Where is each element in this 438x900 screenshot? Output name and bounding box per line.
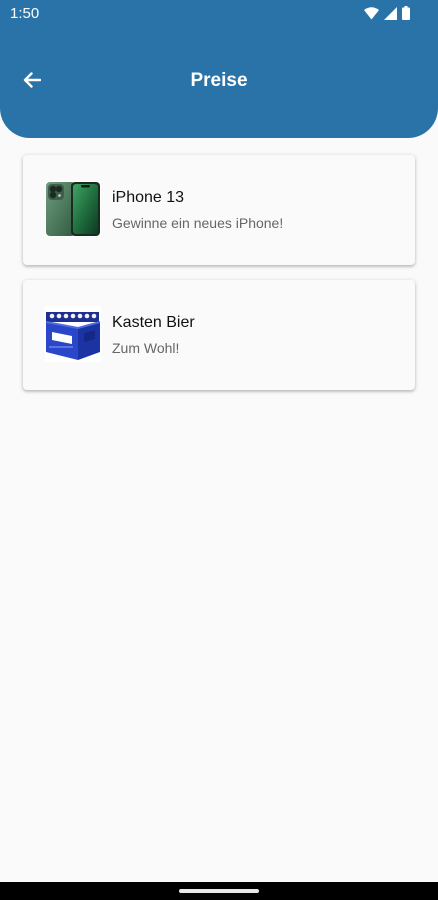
status-time: 1:50 <box>10 5 40 22</box>
system-nav-bar <box>0 882 438 900</box>
prize-subtitle: Zum Wohl! <box>112 340 180 356</box>
beer-crate-image <box>45 306 101 362</box>
wifi-icon <box>364 6 379 20</box>
iphone-image <box>45 181 101 237</box>
prize-title: iPhone 13 <box>112 189 185 206</box>
home-gesture-handle[interactable] <box>179 889 259 893</box>
status-icons <box>364 6 410 20</box>
prize-list: iPhone 13 Gewinne ein neues iPhone! Kast… <box>23 155 415 405</box>
prize-title: Kasten Bier <box>112 314 195 331</box>
status-bar: 1:50 <box>0 0 438 30</box>
page-title: Preise <box>190 70 248 91</box>
battery-icon <box>402 6 410 20</box>
prize-subtitle: Gewinne ein neues iPhone! <box>112 215 284 231</box>
prize-card-iphone[interactable]: iPhone 13 Gewinne ein neues iPhone! <box>23 155 415 265</box>
prize-card-beer[interactable]: Kasten Bier Zum Wohl! <box>23 280 415 390</box>
signal-icon <box>384 6 397 20</box>
app-bar: 1:50 Preise <box>0 0 438 138</box>
